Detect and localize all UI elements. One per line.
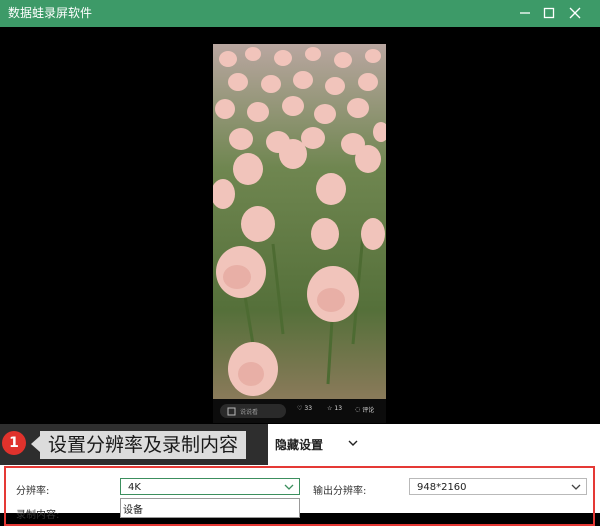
close-button[interactable] [564, 3, 586, 23]
favorite-action[interactable]: ☆ 13 [327, 405, 342, 412]
chevron-down-icon [571, 484, 581, 490]
like-action[interactable]: ♡ 33 [297, 405, 312, 412]
window-title: 数据蛙录屏软件 [8, 6, 93, 20]
comment-icon: ◌ [355, 406, 361, 413]
minimize-icon [520, 12, 530, 14]
video-preview [213, 44, 386, 399]
dropdown-option[interactable]: 设备 [123, 501, 143, 516]
comment-box[interactable]: 说说看 [220, 404, 286, 418]
resolution-select[interactable]: 4K [120, 478, 300, 495]
heart-icon: ♡ [297, 405, 303, 412]
maximize-button[interactable] [538, 3, 560, 23]
comment-placeholder: 说说看 [240, 409, 259, 416]
comment-action[interactable]: ◌ 评论 [355, 405, 374, 414]
callout-pointer [31, 436, 40, 452]
comment-label: 评论 [362, 407, 375, 414]
hide-settings-toggle[interactable]: 隐藏设置 [275, 436, 323, 453]
output-resolution-value: 948*2160 [417, 482, 467, 493]
resolution-label: 分辨率: [16, 486, 50, 497]
maximize-icon [543, 7, 555, 19]
chevron-down-icon [284, 484, 294, 490]
close-icon [569, 7, 581, 19]
resolution-value: 4K [128, 482, 141, 493]
callout-text: 设置分辨率及录制内容 [40, 431, 247, 459]
resolution-dropdown-list[interactable]: 设备 [120, 498, 300, 518]
tulip-field-image [213, 44, 386, 399]
favorite-count: 13 [334, 405, 343, 412]
minimize-button[interactable] [514, 3, 536, 23]
step-badge: 1 [2, 431, 26, 455]
chevron-down-icon[interactable] [348, 436, 358, 450]
like-count: 33 [304, 405, 313, 412]
record-content-label: 录制内容: [16, 510, 60, 521]
edit-icon [227, 407, 236, 416]
video-action-bar: 说说看 ♡ 33 ☆ 13 ◌ 评论 [213, 399, 386, 423]
title-bar: 数据蛙录屏软件 [0, 0, 600, 27]
output-resolution-label: 输出分辨率: [313, 486, 367, 497]
output-resolution-select[interactable]: 948*2160 [409, 478, 587, 495]
star-icon: ☆ [327, 405, 333, 412]
